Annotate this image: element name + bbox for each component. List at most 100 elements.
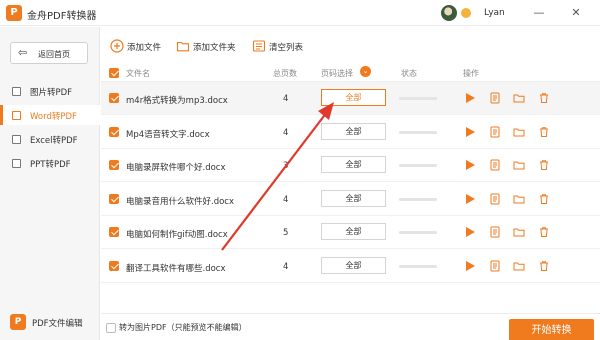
sidebar-item-label: 图片转PDF [30,88,73,98]
column-actions: 操作 [463,69,479,78]
back-home-button[interactable]: ⇦ 返回首页 [10,42,88,64]
back-arrow-icon: ⇦ [18,46,28,59]
ppt-file-icon [12,159,21,168]
pdf-edit-icon: P [10,314,26,330]
play-icon[interactable] [464,193,476,205]
add-file-label: 添加文件 [127,43,162,53]
row-checkbox[interactable] [109,260,119,271]
sidebar-item-ppt-to-pdf[interactable]: PPT转PDF [0,153,100,173]
select-all-checkbox[interactable] [109,68,119,78]
delete-icon[interactable] [538,226,550,238]
row-checkbox[interactable] [109,93,119,103]
user-avatar[interactable] [441,5,457,21]
convert-to-image-label: 转为图片PDF（只能预览不能编辑） [119,323,247,332]
pdf-edit-label: PDF文件编辑 [32,319,83,329]
vip-badge-icon[interactable] [461,8,471,18]
sidebar-item-excel-to-pdf[interactable]: Excel转PDF [0,129,100,149]
sidebar-item-word-to-pdf[interactable]: Word转PDF [0,105,100,125]
folder-icon[interactable] [513,260,525,272]
minimize-button[interactable]: — [531,5,547,21]
clear-list-label: 清空列表 [269,43,304,53]
delete-icon[interactable] [538,92,550,104]
row-checkbox[interactable] [109,160,119,170]
row-checkbox[interactable] [109,193,119,204]
excel-file-icon [12,135,21,144]
page-count: 5 [283,228,289,238]
add-folder-label: 添加文件夹 [193,43,236,53]
page-count: 3 [283,161,289,171]
page-select-dropdown[interactable]: 全部 [321,223,386,240]
convert-to-image-checkbox[interactable] [106,323,116,333]
folder-icon[interactable] [513,226,525,238]
play-icon[interactable] [464,92,476,104]
play-icon[interactable] [464,159,476,171]
play-icon[interactable] [464,126,476,138]
folder-icon[interactable] [513,193,525,205]
folder-icon [176,41,190,52]
app-logo-icon: P [6,5,22,21]
sidebar: ⇦ 返回首页 图片转PDF Word转PDF Excel转PDF PPT转PDF… [0,27,100,340]
play-icon[interactable] [464,226,476,238]
status-progress-bar [399,130,437,134]
start-convert-button[interactable]: 开始转换 [509,319,594,340]
row-checkbox[interactable] [109,227,119,237]
status-progress-bar [399,197,437,201]
sidebar-item-label: PPT转PDF [30,160,71,170]
delete-icon[interactable] [538,159,550,171]
column-status: 状态 [401,69,417,78]
folder-icon[interactable] [513,126,525,138]
username[interactable]: Lyan [484,8,505,18]
document-icon[interactable] [489,92,501,104]
page-select-dropdown[interactable]: 全部 [321,256,386,274]
page-count: 4 [283,261,289,272]
title-bar: P 金舟PDF转换器 Lyan — ✕ [0,0,600,26]
add-circle-icon [110,39,124,53]
status-progress-bar [399,164,437,167]
page-select-dropdown-icon[interactable]: ⌄ [360,66,371,77]
document-icon[interactable] [489,193,501,205]
document-icon[interactable] [489,260,501,272]
column-filename: 文件名 [126,69,150,78]
image-file-icon [12,87,21,96]
delete-icon[interactable] [538,126,550,138]
pdf-edit-button[interactable]: P PDF文件编辑 [7,312,93,332]
document-icon[interactable] [489,159,501,171]
table-row[interactable]: 电脑录屏软件哪个好.docx 3 全部 [101,149,600,182]
close-button[interactable]: ✕ [568,5,584,21]
page-select-dropdown[interactable]: 全部 [321,189,386,207]
table-row[interactable]: 电脑如何制作gif动图.docx 5 全部 [101,216,600,249]
delete-icon[interactable] [538,193,550,205]
status-progress-bar [399,97,437,100]
sidebar-item-label: Excel转PDF [30,136,78,146]
sidebar-item-label: Word转PDF [30,112,77,122]
folder-icon[interactable] [513,159,525,171]
folder-icon[interactable] [513,92,525,104]
status-progress-bar [399,264,437,268]
table-row[interactable]: 电脑录音用什么软件好.docx 4 全部 [101,183,600,216]
file-name: 电脑录音用什么软件好.docx [126,196,235,207]
table-header: 文件名 总页数 页码选择 ⌄ 状态 操作 [101,64,600,82]
column-pages: 总页数 [273,69,297,78]
file-name: 翻译工具软件有哪些.docx [126,263,226,274]
page-select-dropdown[interactable]: 全部 [321,156,386,173]
document-icon[interactable] [489,226,501,238]
sidebar-item-image-to-pdf[interactable]: 图片转PDF [0,81,100,101]
footer: 转为图片PDF（只能预览不能编辑） 开始转换 [101,313,600,340]
document-icon[interactable] [489,126,501,138]
table-row[interactable]: 翻译工具软件有哪些.docx 4 全部 [101,250,600,283]
row-checkbox[interactable] [109,126,119,137]
column-page-select: 页码选择 [321,69,353,78]
page-count: 4 [283,127,289,138]
page-select-dropdown[interactable]: 全部 [321,89,386,106]
status-progress-bar [399,231,437,234]
play-icon[interactable] [464,260,476,272]
clear-list-icon [252,40,266,52]
page-select-dropdown[interactable]: 全部 [321,122,386,140]
word-file-icon [12,111,21,120]
delete-icon[interactable] [538,260,550,272]
file-name: 电脑如何制作gif动图.docx [126,230,228,240]
file-name: m4r格式转换为mp3.docx [126,96,228,106]
table-row[interactable]: Mp4语音转文字.docx 4 全部 [101,116,600,149]
table-row[interactable]: m4r格式转换为mp3.docx 4 全部 [101,82,600,115]
page-count: 4 [283,194,289,205]
